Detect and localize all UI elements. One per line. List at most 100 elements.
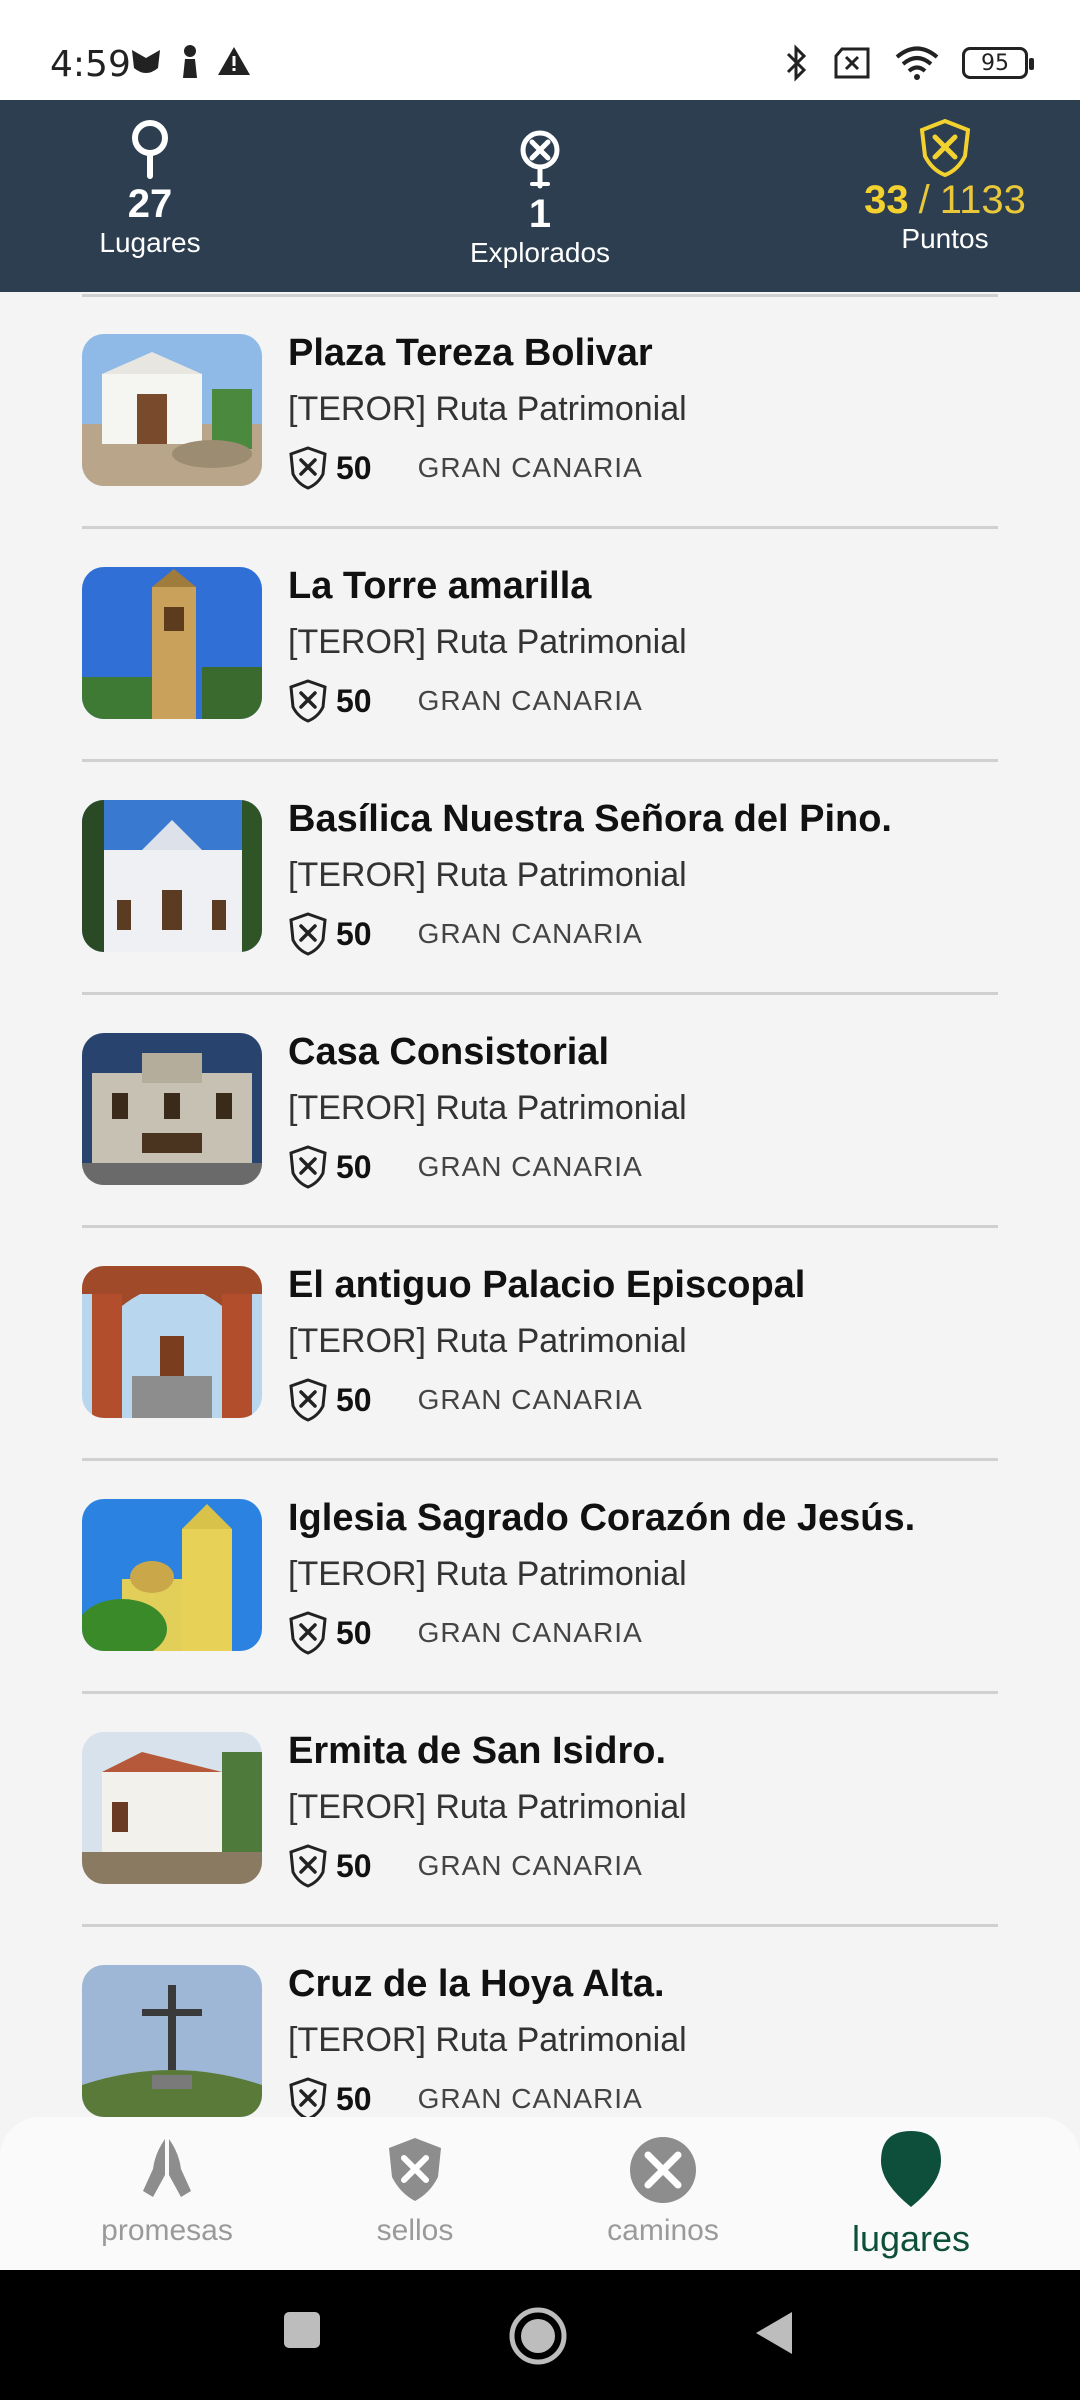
place-info: Cruz de la Hoya Alta. [TEROR] Ruta Patri… — [288, 1959, 998, 2117]
place-meta: 50 GRAN CANARIA — [288, 1842, 998, 1890]
nav-lugares[interactable]: lugares — [811, 2131, 1011, 2260]
wifi-icon — [895, 46, 939, 80]
place-info: Ermita de San Isidro. [TEROR] Ruta Patri… — [288, 1726, 998, 1890]
place-title: El antiguo Palacio Episcopal — [288, 1264, 806, 1306]
place-route: [TEROR] Ruta Patrimonial — [288, 1089, 687, 1127]
place-thumbnail — [82, 1965, 262, 2117]
place-title: Iglesia Sagrado Corazón de Jesús. — [288, 1497, 916, 1539]
back-button[interactable] — [752, 2310, 796, 2356]
place-region: GRAN CANARIA — [417, 1384, 643, 1415]
list-item[interactable]: La Torre amarilla [TEROR] Ruta Patrimoni… — [82, 529, 998, 762]
map-pin-icon — [132, 120, 168, 179]
place-region: GRAN CANARIA — [417, 685, 643, 716]
place-region: GRAN CANARIA — [417, 1850, 643, 1881]
place-thumbnail — [82, 1732, 262, 1884]
place-points: 50 — [336, 449, 372, 486]
list-item[interactable]: Ermita de San Isidro. [TEROR] Ruta Patri… — [82, 1694, 998, 1927]
place-meta: 50 GRAN CANARIA — [288, 1143, 998, 1191]
list-item[interactable]: Cruz de la Hoya Alta. [TEROR] Ruta Patri… — [82, 1927, 998, 2117]
shield-icon — [289, 912, 327, 956]
place-title: Casa Consistorial — [288, 1031, 609, 1073]
shield-icon — [289, 2077, 327, 2117]
tulip-icon — [132, 50, 160, 73]
place-meta: 50 GRAN CANARIA — [288, 677, 998, 725]
list-item[interactable]: Iglesia Sagrado Corazón de Jesús. [TEROR… — [82, 1461, 998, 1694]
place-route: [TEROR] Ruta Patrimonial — [288, 1322, 687, 1360]
nav-caminos-label: caminos — [607, 2214, 719, 2247]
place-meta: 50 GRAN CANARIA — [288, 2075, 998, 2117]
place-title: Ermita de San Isidro. — [288, 1730, 666, 1772]
place-points: 50 — [336, 915, 372, 952]
place-route: [TEROR] Ruta Patrimonial — [288, 1788, 687, 1826]
status-bar: 4:59 95 — [0, 0, 1080, 100]
shield-icon — [289, 1145, 327, 1189]
list-item[interactable]: Casa Consistorial [TEROR] Ruta Patrimoni… — [82, 995, 998, 1228]
place-info: La Torre amarilla [TEROR] Ruta Patrimoni… — [288, 561, 998, 725]
place-region: GRAN CANARIA — [417, 918, 643, 949]
place-meta: 50 GRAN CANARIA — [288, 1609, 998, 1657]
place-points: 50 — [336, 1381, 372, 1418]
lugares-label: Lugares — [99, 227, 201, 258]
place-info: Casa Consistorial [TEROR] Ruta Patrimoni… — [288, 1027, 998, 1191]
nav-promesas[interactable]: promesas — [67, 2135, 267, 2248]
place-points: 50 — [336, 1847, 372, 1884]
place-route: [TEROR] Ruta Patrimonial — [288, 623, 687, 661]
places-list[interactable]: Plaza Tereza Bolivar [TEROR] Ruta Patrim… — [0, 292, 1080, 2117]
nav-lugares-label: lugares — [851, 2218, 971, 2259]
place-title: Basílica Nuestra Señora del Pino. — [288, 798, 892, 840]
puntos-label: Puntos — [901, 223, 989, 254]
place-title: Cruz de la Hoya Alta. — [288, 1963, 665, 2005]
warning-icon — [218, 47, 250, 75]
status-time: 4:59 — [50, 44, 131, 85]
list-item[interactable]: Basílica Nuestra Señora del Pino. [TEROR… — [82, 762, 998, 995]
place-meta: 50 GRAN CANARIA — [288, 910, 998, 958]
place-route: [TEROR] Ruta Patrimonial — [288, 856, 687, 894]
list-item[interactable]: El antiguo Palacio Episcopal [TEROR] Rut… — [82, 1228, 998, 1461]
place-title: Plaza Tereza Bolivar — [288, 332, 653, 374]
points-line: 33/1133 — [850, 178, 1040, 222]
points-current: 33 — [864, 178, 909, 222]
place-points: 50 — [336, 1614, 372, 1651]
battery-indicator: 95 — [962, 47, 1034, 79]
bluetooth-icon — [786, 44, 807, 82]
person-icon — [183, 45, 197, 78]
place-route: [TEROR] Ruta Patrimonial — [288, 2021, 687, 2059]
place-meta: 50 GRAN CANARIA — [288, 1376, 998, 1424]
place-region: GRAN CANARIA — [417, 2083, 643, 2114]
bottom-nav: promesas sellos caminos lugares — [0, 2117, 1080, 2270]
nav-promesas-label: promesas — [101, 2214, 233, 2247]
praying-hands-icon — [143, 2139, 191, 2197]
place-points: 50 — [336, 682, 372, 719]
nav-caminos[interactable]: caminos — [563, 2135, 763, 2248]
place-region: GRAN CANARIA — [417, 1617, 643, 1648]
stat-explorados: 1 Explorados — [450, 100, 630, 270]
stats-header: 27 Lugares 1 Explorados 33/1133 Puntos — [0, 100, 1080, 292]
place-thumbnail — [82, 1033, 262, 1185]
place-route: [TEROR] Ruta Patrimonial — [288, 1555, 687, 1593]
place-info: Basílica Nuestra Señora del Pino. [TEROR… — [288, 794, 998, 958]
home-button[interactable] — [508, 2306, 568, 2366]
explorados-label: Explorados — [469, 237, 611, 268]
stat-puntos: 33/1133 Puntos — [850, 100, 1040, 256]
place-thumbnail — [82, 1266, 262, 1418]
list-item[interactable]: Plaza Tereza Bolivar [TEROR] Ruta Patrim… — [82, 296, 998, 529]
explored-pin-icon — [520, 130, 560, 189]
shield-stamp-icon — [389, 2138, 441, 2201]
place-title: La Torre amarilla — [288, 565, 592, 607]
place-meta: 50 GRAN CANARIA — [288, 444, 998, 492]
system-nav-bar — [0, 2270, 1080, 2400]
place-route: [TEROR] Ruta Patrimonial — [288, 390, 687, 428]
nav-sellos[interactable]: sellos — [315, 2135, 515, 2248]
place-thumbnail — [82, 567, 262, 719]
lugares-count: 27 — [127, 182, 173, 226]
place-points: 50 — [336, 2080, 372, 2117]
shield-icon — [289, 679, 327, 723]
shield-icon — [289, 1378, 327, 1422]
place-thumbnail — [82, 334, 262, 486]
nav-sellos-label: sellos — [376, 2214, 454, 2247]
shield-icon — [289, 1611, 327, 1655]
recents-button[interactable] — [282, 2310, 322, 2350]
no-sim-icon — [834, 47, 870, 79]
crossed-poles-icon — [630, 2137, 696, 2203]
place-thumbnail — [82, 800, 262, 952]
